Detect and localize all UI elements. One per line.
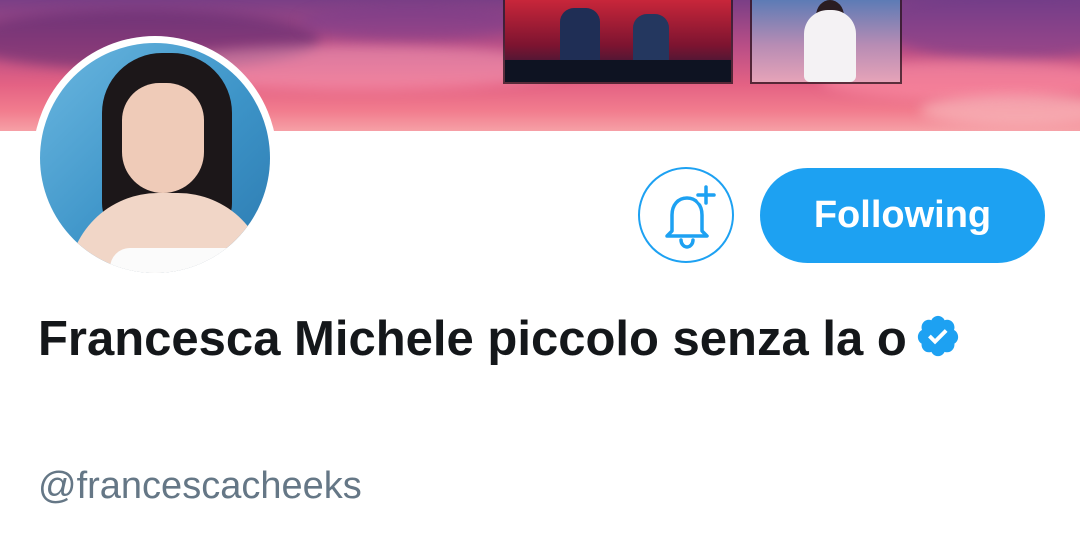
avatar[interactable]	[33, 36, 277, 280]
display-name-text: Francesca Michele piccolo senza la o	[38, 312, 907, 366]
album-art-ground	[505, 60, 731, 82]
following-button[interactable]: Following	[760, 168, 1045, 263]
avatar-clothing	[110, 248, 250, 273]
notifications-button[interactable]	[638, 167, 734, 263]
avatar-face	[122, 83, 204, 193]
avatar-photo	[40, 43, 270, 273]
album-art-figure	[804, 10, 856, 82]
display-name: Francesca Michele piccolo senza la o	[38, 296, 1048, 383]
banner-cloud	[920, 95, 1080, 125]
banner-album-art-right	[752, 0, 900, 82]
bell-plus-icon	[665, 185, 716, 249]
following-button-label: Following	[813, 194, 992, 236]
banner-album-art-left	[505, 0, 731, 82]
verified-badge-icon	[917, 315, 958, 357]
username-handle: @francescacheeks	[38, 465, 362, 507]
banner-cloud	[300, 5, 520, 40]
banner-cloud	[880, 0, 1080, 60]
